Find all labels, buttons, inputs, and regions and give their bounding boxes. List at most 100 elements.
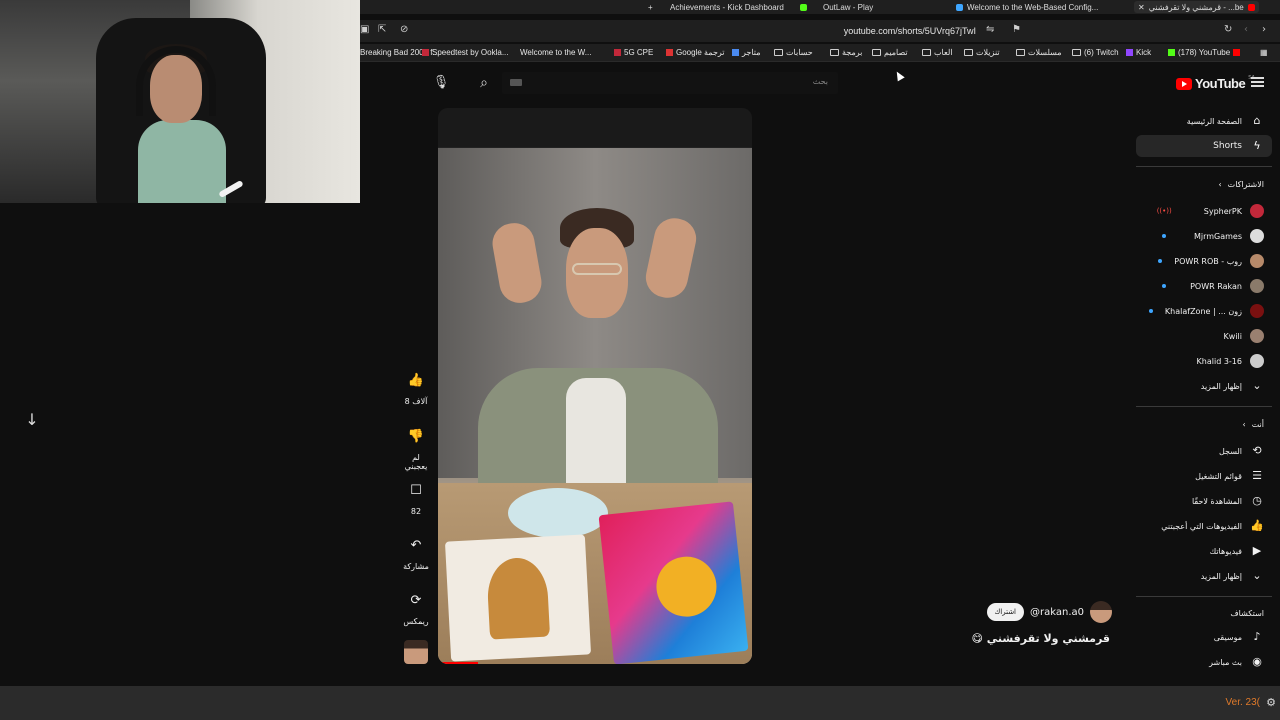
thumbs-up-icon: 👍 <box>407 373 425 388</box>
like-button[interactable]: 👍 8 آلاف <box>400 368 432 406</box>
thumbs-down-icon: 👎 <box>407 429 425 444</box>
bookmark-icon[interactable]: ⚑ <box>1012 24 1021 35</box>
comment-icon: ☐ <box>410 483 422 498</box>
liked-videos-icon: 👍 <box>1250 519 1264 532</box>
tab-youtube-short[interactable]: ✕ قرمشني ولا تقرفشني - ...be <box>1134 1 1259 13</box>
sidebar-item-watch-later[interactable]: المشاهدة لاحقًا ◷ <box>1136 490 1272 512</box>
sidebar-sub-khalid[interactable]: Khalid 3-16 <box>1136 350 1272 372</box>
close-tab-icon[interactable]: ✕ <box>1138 3 1145 12</box>
bookmark-folder[interactable]: مسلسلات <box>1016 48 1062 57</box>
version-label: Ver. 23( <box>1225 697 1260 708</box>
sidebar-item-liked-videos[interactable]: الفيديوهات التي أعجبتني 👍 <box>1136 515 1272 537</box>
bookmark-item[interactable]: Welcome to the W... <box>520 48 591 57</box>
tab-web-config[interactable]: Welcome to the Web-Based Config... <box>956 1 1098 13</box>
browser-tab-bar: + Achievements - Kick Dashboard OutLaw -… <box>360 0 1280 14</box>
bookmark-item[interactable]: (178) YouTube <box>1168 48 1241 57</box>
sidebar-item-history[interactable]: السجل ⟲ <box>1136 440 1272 462</box>
chevron-left-icon: ‹ <box>1218 180 1222 189</box>
youtube-logo[interactable]: YouTube SA <box>1176 75 1255 91</box>
apps-icon[interactable]: ▦ <box>1260 48 1268 57</box>
sidebar-sub-powr-rob[interactable]: POWR ROB - روب <box>1136 250 1272 272</box>
new-content-dot-icon <box>1162 284 1167 288</box>
bookmark-folder[interactable]: برمجة <box>830 48 862 57</box>
config-icon <box>956 3 963 11</box>
subscribe-button[interactable]: اشتراك <box>986 603 1024 621</box>
video-progress-bar[interactable] <box>438 662 478 664</box>
tab-outlaw-play[interactable]: OutLaw - Play <box>800 1 873 13</box>
bookmark-item[interactable]: 5G CPE <box>614 48 653 57</box>
subscriptions-header[interactable]: ‹ الاشتراكات <box>1218 180 1264 189</box>
avatar <box>404 640 428 664</box>
speedtest-icon <box>422 49 429 56</box>
channel-row: اشتراك @rakan.a0 <box>986 601 1112 623</box>
share-arrow-icon: ↶ <box>410 538 422 553</box>
forward-icon[interactable]: ‹ <box>1244 24 1248 35</box>
translate-icon <box>732 49 739 56</box>
channel-avatar <box>1250 204 1264 218</box>
folder-icon <box>774 49 783 56</box>
bookmark-item[interactable]: Speedtest by Ookla... <box>422 48 509 57</box>
share-button[interactable]: ↶ مشاركة <box>400 533 432 571</box>
sidebar-item-your-videos[interactable]: فيديوهاتك ▶ <box>1136 540 1272 562</box>
explore-header: استكشاف <box>1230 609 1264 618</box>
folder-icon <box>964 49 973 56</box>
sidebar-show-more-2[interactable]: إظهار المزيد ⌄ <box>1136 565 1272 587</box>
live-indicator-icon: ((•)) <box>1156 207 1172 215</box>
sound-avatar[interactable] <box>400 640 432 664</box>
sidebar-sub-kwili[interactable]: Kwili <box>1136 325 1272 347</box>
back-icon[interactable]: › <box>1262 24 1266 35</box>
channel-name[interactable]: @rakan.a0 <box>1030 607 1084 618</box>
bookmark-folder[interactable]: العاب <box>922 48 953 57</box>
sidebar-sub-powr-rakan[interactable]: POWR Rakan <box>1136 275 1272 297</box>
home-icon: ⌂ <box>1253 114 1261 127</box>
share-icon[interactable]: ⇱ <box>378 24 386 35</box>
screenshot-icon[interactable]: ⊘ <box>400 24 408 35</box>
sidebar-show-more[interactable]: إظهار المزيد ⌄ <box>1136 375 1272 397</box>
search-input[interactable]: بحث <box>502 72 838 94</box>
sidebar-sub-mjrmgames[interactable]: MjrmGames <box>1136 225 1272 247</box>
video-title[interactable]: قرمشني ولا تقرفشني 😋 <box>971 632 1110 645</box>
remix-button[interactable]: ⟳ ريمكس <box>400 588 432 626</box>
sidebar-item-shorts[interactable]: Shorts ϟ <box>1136 135 1272 157</box>
voice-search-icon[interactable]: 🎙 <box>430 72 452 94</box>
reload-icon[interactable]: ↻ <box>1224 24 1232 35</box>
bookmark-item[interactable]: Google ترجمة <box>666 48 725 57</box>
dislike-button[interactable]: 👎 لم يعجبني <box>400 424 432 471</box>
live-icon: ◉ <box>1252 655 1262 668</box>
site-settings-icon[interactable]: ⇋ <box>986 24 994 35</box>
sidebar-item-home[interactable]: الصفحة الرئيسية ⌂ <box>1136 110 1272 132</box>
comments-button[interactable]: ☐ 82 <box>400 478 432 516</box>
sidebar-sub-khalafzone[interactable]: KhalafZone | ... زون <box>1136 300 1272 322</box>
next-video-arrow-icon[interactable]: ↓ <box>18 406 46 434</box>
history-icon: ⟲ <box>1252 444 1262 457</box>
bookmark-item[interactable]: (6) Twitch <box>1072 48 1119 57</box>
bookmark-folder[interactable]: تصاميم <box>872 48 908 57</box>
bookmark-item[interactable]: Kick <box>1126 48 1151 57</box>
bookmark-folder[interactable]: تنزيلات <box>964 48 1000 57</box>
twitch-icon <box>1126 49 1133 56</box>
bookmark-folder[interactable]: متاجر <box>732 48 761 57</box>
shorts-video-player[interactable] <box>438 108 752 664</box>
you-header[interactable]: ‹ أنت <box>1242 420 1264 429</box>
new-tab-button[interactable]: + <box>648 1 653 13</box>
url-field[interactable]: youtube.com/shorts/5UVrq67jTwI <box>844 26 976 36</box>
sidebar-sub-sypherpk[interactable]: ((•)) SypherPK <box>1136 200 1272 222</box>
menu-icon[interactable] <box>1251 77 1264 87</box>
bookmark-folder[interactable]: حسابات <box>774 48 813 57</box>
bookmarks-bar: Breaking Bad 2008 f... Speedtest by Ookl… <box>360 44 1280 62</box>
settings-icon[interactable]: ⚙ <box>1266 696 1276 709</box>
cpe-icon <box>614 49 621 56</box>
channel-avatar <box>1250 329 1264 343</box>
sidebar-item-music[interactable]: موسيقى ♪ <box>1136 626 1272 648</box>
channel-avatar <box>1250 279 1264 293</box>
kick-bookmark-icon <box>1168 49 1175 56</box>
address-bar-row: ▣ ⇱ ⊘ youtube.com/shorts/5UVrq67jTwI ⇋ ⚑… <box>360 20 1280 42</box>
channel-avatar[interactable] <box>1090 601 1112 623</box>
extension-icon[interactable]: ▣ <box>360 24 369 35</box>
sidebar-item-playlists[interactable]: قوائم التشغيل ☰ <box>1136 465 1272 487</box>
tab-kick-dashboard[interactable]: Achievements - Kick Dashboard <box>670 1 784 13</box>
sidebar-item-live[interactable]: بث مباشر ◉ <box>1136 651 1272 673</box>
search-icon[interactable]: ⌕ <box>472 72 496 94</box>
bottom-status-bar: Ver. 23( ⚙ <box>0 686 1280 720</box>
keyboard-icon[interactable] <box>510 79 522 86</box>
